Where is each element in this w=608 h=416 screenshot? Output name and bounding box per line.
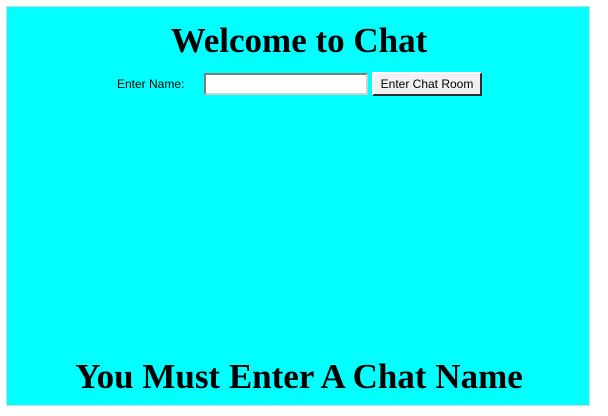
chat-page-frame: Welcome to Chat Enter Name: Enter Chat R… — [6, 6, 590, 406]
page-title: Welcome to Chat — [170, 21, 428, 60]
chat-name-input[interactable] — [204, 73, 368, 95]
warning-message: You Must Enter A Chat Name — [75, 357, 523, 396]
enter-chat-room-button[interactable]: Enter Chat Room — [372, 72, 482, 96]
name-label: Enter Name: — [117, 77, 185, 91]
